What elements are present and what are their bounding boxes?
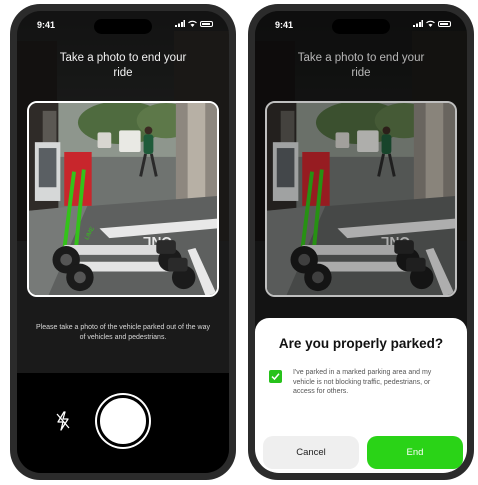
confirm-screen: 9:41 Take a photo to end your ride Are y… (255, 11, 467, 473)
status-bar: 9:41 (17, 11, 229, 34)
dynamic-island (94, 19, 152, 34)
status-bar: 9:41 (255, 11, 467, 34)
page-title: Take a photo to end your ride (59, 52, 187, 79)
wifi-icon (188, 20, 197, 27)
battery-icon (438, 20, 451, 27)
dialog-title: Are you properly parked? (278, 336, 444, 351)
battery-icon (200, 20, 213, 27)
photo-frame: ONL LIME (27, 101, 219, 297)
signal-icon (175, 20, 185, 27)
checkbox-label: I've parked in a marked parking area and… (293, 369, 432, 395)
shutter-button[interactable] (97, 395, 149, 447)
flash-off-icon[interactable] (55, 411, 71, 431)
end-ride-button[interactable]: End (367, 436, 463, 469)
camera-controls (17, 373, 229, 473)
parking-confirm-sheet: Are you properly parked? I've parked in … (255, 318, 467, 473)
checkmark-icon (271, 373, 280, 381)
parked-scooter-photo: ONL LIME (29, 103, 217, 295)
phone-right: 9:41 Take a photo to end your ride Are y… (248, 4, 474, 480)
status-time: 9:41 (275, 20, 294, 30)
wifi-icon (426, 20, 435, 27)
camera-screen: 9:41 Take a photo to end your ride LIME … (17, 11, 229, 473)
signal-icon (413, 20, 423, 27)
status-time: 9:41 (37, 20, 56, 30)
parked-confirm-checkbox[interactable] (269, 370, 282, 383)
dynamic-island (332, 19, 390, 34)
phone-left: 9:41 Take a photo to end your ride LIME … (10, 4, 236, 480)
photo-hint: Please take a photo of the vehicle parke… (36, 324, 210, 341)
cancel-button[interactable]: Cancel (263, 436, 359, 469)
